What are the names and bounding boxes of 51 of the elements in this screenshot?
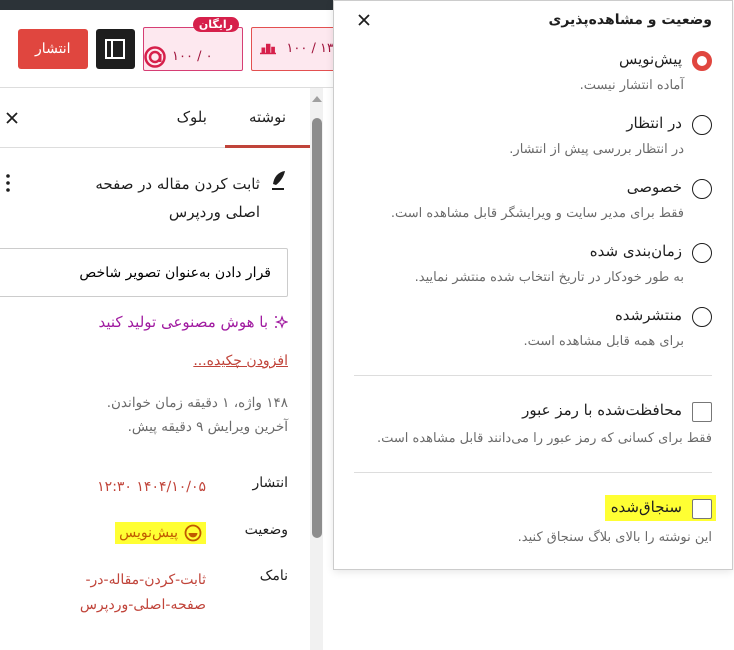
option-label: منتشرشده: [614, 305, 683, 325]
scroll-up-icon: [312, 96, 322, 102]
option-description: به طور خودکار در تاریخ انتخاب شده منتشر نمایید.: [414, 269, 684, 287]
option-description: فقط برای مدیر سایت و ویرایشگر قابل مشاهده است.: [390, 204, 684, 223]
popover-title: وضعیت و مشاهده‌پذیری: [548, 12, 712, 28]
tab[interactable]: بلوک: [158, 88, 225, 148]
field-label: نامک: [258, 568, 288, 584]
scrollbar[interactable]: [310, 88, 323, 650]
kebab-menu-icon: [6, 174, 10, 192]
sidebar-toggle-button[interactable]: [96, 28, 135, 68]
option-description: این نوشته را بالای بلاگ سنجاق کنید.: [516, 528, 712, 547]
draft-status-icon: [184, 524, 202, 542]
option-description: آماده انتشار نیست.: [580, 76, 684, 95]
radio-button[interactable]: [692, 51, 712, 71]
checkbox-row[interactable]: سنجاق‌شده: [604, 495, 716, 521]
checkbox-label: سنجاق‌شده: [610, 497, 683, 517]
field-value-link[interactable]: ثابت-کردن-مقاله-در-صفحه-اصلی-وردپرس: [56, 568, 206, 618]
field-label: وضعیت: [244, 522, 288, 538]
option-label: پیش‌نویس: [618, 49, 683, 69]
ai-generate-link[interactable]: با هوش مصنوعی تولید کنید: [98, 313, 268, 331]
radio-button[interactable]: [692, 307, 712, 327]
ai-logo-icon: [144, 46, 166, 68]
post-title: ثابت کردن مقاله در صفحه اصلی وردپرس: [94, 174, 260, 223]
checkbox-label: محافظت‌شده با رمز عبور: [520, 400, 683, 420]
radio-button[interactable]: [692, 243, 712, 263]
radio-button[interactable]: [692, 179, 712, 199]
sidebar-icon: [104, 38, 126, 60]
post-stats-text: آخرین ویرایش ۹ دقیقه پیش.: [126, 419, 288, 435]
feather-icon: [270, 170, 288, 192]
credit-button[interactable]: ۱۳ / ۱۰۰: [251, 26, 335, 70]
add-excerpt-link[interactable]: افزودن چکیده...: [193, 353, 288, 369]
close-icon: [358, 14, 370, 26]
radio-button[interactable]: [692, 115, 712, 135]
publish-button[interactable]: انتشار: [18, 28, 88, 68]
featured-image-button[interactable]: قرار دادن به‌عنوان تصویر شاخص: [0, 248, 288, 297]
checkbox[interactable]: [692, 499, 712, 519]
option-description: در انتظار بررسی پیش از انتشار.: [509, 141, 684, 159]
option-label: در انتظار: [624, 113, 683, 133]
sparkle-icon: [274, 315, 288, 329]
option-description: برای همه قابل مشاهده است.: [523, 333, 684, 351]
field-value-link[interactable]: ۱۴۰۴/۱۰/۰۵ ۱۲:۳۰: [56, 475, 206, 500]
status-dropdown[interactable]: پیش‌نویس: [115, 522, 206, 544]
option-label: زمان‌بندی شده: [588, 241, 683, 261]
post-stats-text: ۱۴۸ واژه، ۱ دقیقه زمان خواندن.: [106, 395, 288, 411]
option-description: فقط برای کسانی که رمز عبور را می‌دانند قابل مشاهده است.: [376, 430, 712, 448]
checkbox-row[interactable]: محافظت‌شده با رمز عبور: [520, 400, 712, 422]
option-label: خصوصی: [626, 177, 683, 197]
badge: رایگان: [192, 16, 239, 32]
close-icon: [6, 112, 18, 124]
checkbox[interactable]: [692, 402, 712, 422]
field-label: انتشار: [250, 475, 288, 491]
